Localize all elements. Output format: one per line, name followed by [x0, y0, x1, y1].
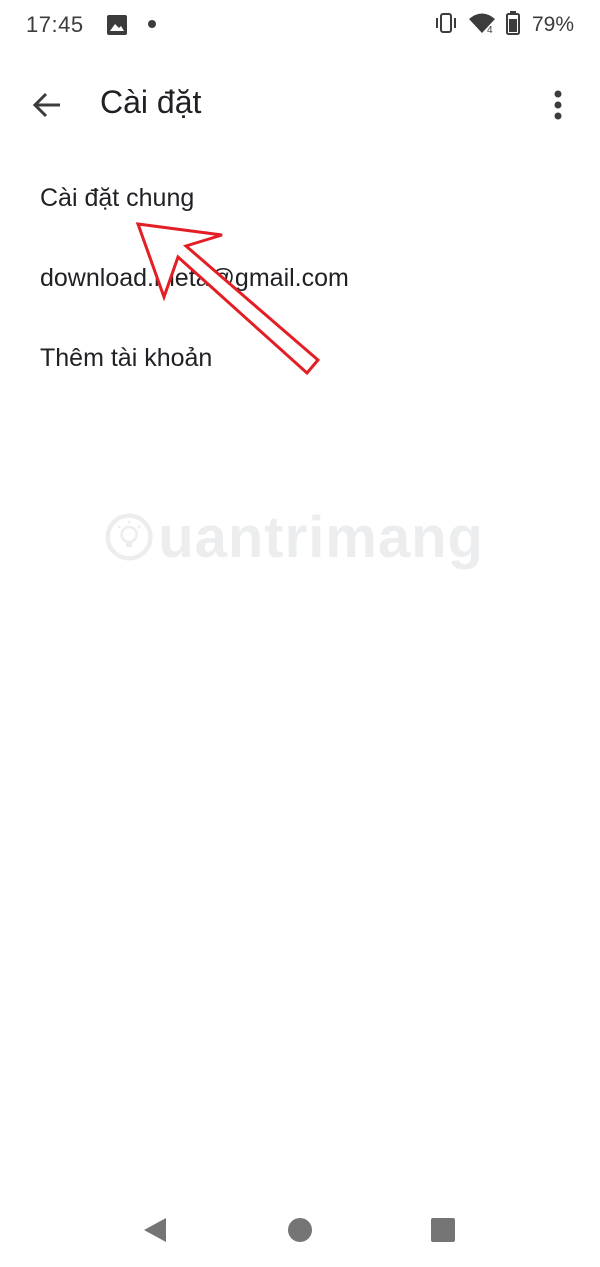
lightbulb-logo-icon: [105, 513, 153, 561]
notification-dot-icon: [148, 20, 156, 28]
nav-back-button[interactable]: [130, 1205, 180, 1255]
wifi-icon: 4: [468, 12, 496, 39]
battery-icon: [505, 10, 520, 40]
nav-home-button[interactable]: [275, 1205, 325, 1255]
status-bar: 17:45 4 79%: [0, 0, 600, 52]
status-right-group: 4 79%: [434, 10, 574, 40]
settings-item-general[interactable]: Cài đặt chung: [0, 158, 600, 238]
nav-recents-button[interactable]: [418, 1205, 468, 1255]
more-vert-icon: [554, 90, 562, 120]
settings-list: Cài đặt chung download.meta@gmail.com Th…: [0, 158, 600, 398]
settings-item-account[interactable]: download.meta@gmail.com: [0, 238, 600, 318]
watermark-text: uantrimang: [158, 504, 484, 570]
app-bar: Cài đặt: [0, 60, 600, 150]
nav-recents-icon: [431, 1218, 455, 1242]
more-options-button[interactable]: [538, 80, 578, 130]
settings-item-add-account[interactable]: Thêm tài khoản: [0, 318, 600, 398]
back-button[interactable]: [22, 80, 72, 130]
image-icon: [106, 14, 128, 41]
watermark: uantrimang: [104, 492, 484, 582]
system-nav-bar: [0, 1195, 600, 1259]
arrow-back-icon: [32, 92, 60, 118]
battery-percent: 79%: [531, 13, 574, 36]
vibrate-icon: [434, 12, 458, 39]
svg-text:4: 4: [487, 25, 493, 34]
nav-home-icon: [288, 1218, 312, 1242]
page-title: Cài đặt: [100, 84, 202, 120]
status-time: 17:45: [26, 12, 84, 37]
nav-back-icon: [144, 1218, 166, 1242]
